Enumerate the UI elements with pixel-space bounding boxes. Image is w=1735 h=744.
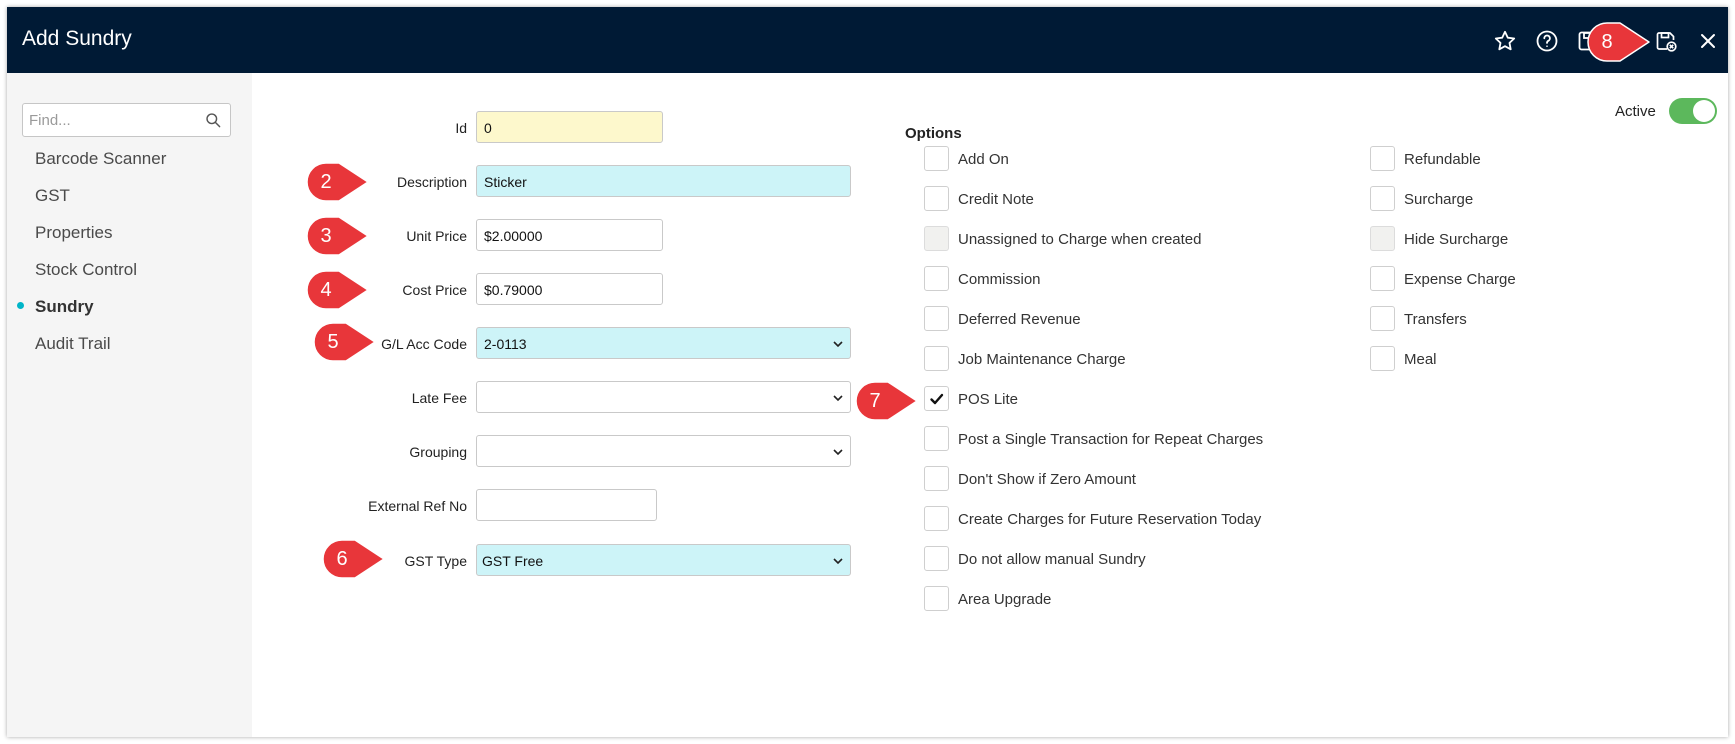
checkbox-credit-note[interactable]: [924, 186, 949, 211]
sidebar-item-gst[interactable]: GST: [35, 186, 70, 206]
sidebar: Barcode Scanner GST Properties Stock Con…: [7, 73, 252, 737]
active-label: Active: [1615, 103, 1656, 120]
help-icon[interactable]: [1535, 29, 1559, 53]
checkbox-commission[interactable]: [924, 266, 949, 291]
active-toggle[interactable]: [1669, 98, 1717, 124]
chevron-down-icon: [833, 558, 843, 565]
title-bar: Add Sundry: [7, 7, 1728, 73]
gst-type-select[interactable]: GST Free: [476, 544, 851, 576]
toggle-knob: [1693, 100, 1715, 122]
checkbox-transfers[interactable]: [1370, 306, 1395, 331]
star-icon[interactable]: [1493, 29, 1517, 53]
option-label: Job Maintenance Charge: [958, 351, 1126, 368]
callout-number: 3: [320, 225, 332, 247]
external-ref-label: External Ref No: [368, 498, 467, 514]
sidebar-search-input[interactable]: [29, 110, 199, 130]
callout-number: 2: [320, 171, 332, 193]
id-label: Id: [455, 120, 467, 136]
option-label: Credit Note: [958, 191, 1034, 208]
callout-number: 7: [869, 390, 881, 412]
id-value: 0: [484, 120, 492, 136]
callout-badge: 8: [1587, 22, 1650, 62]
option-label: Transfers: [1404, 311, 1467, 328]
option-label: Do not allow manual Sundry: [958, 551, 1146, 568]
external-ref-field[interactable]: [476, 489, 657, 521]
add-sundry-window: Add Sundry Barcode Scanner GST Propertie…: [7, 7, 1728, 737]
option-label: Deferred Revenue: [958, 311, 1081, 328]
checkbox-pos-lite[interactable]: [924, 386, 949, 411]
checkbox-expense-charge[interactable]: [1370, 266, 1395, 291]
checkbox-unassigned-to-charge: [924, 226, 949, 251]
options-title: Options: [905, 125, 962, 142]
option-label: Surcharge: [1404, 191, 1474, 208]
cost-price-value: $0.79000: [484, 282, 543, 298]
description-value: Sticker: [484, 174, 527, 190]
sidebar-search-box[interactable]: [22, 103, 231, 137]
checkbox-post-single-transaction[interactable]: [924, 426, 949, 451]
late-fee-select[interactable]: [476, 381, 851, 413]
callout-badge: 6: [322, 539, 385, 579]
sidebar-item-audit-trail[interactable]: Audit Trail: [35, 334, 111, 354]
save-close-icon[interactable]: [1654, 29, 1678, 53]
callout-badge: 5: [313, 322, 376, 362]
callout-number: 6: [336, 548, 348, 570]
callout-number: 4: [320, 279, 332, 301]
search-icon[interactable]: [205, 112, 222, 129]
checkmark-icon: [930, 393, 944, 405]
callout-badge: 4: [306, 270, 369, 310]
unit-price-value: $2.00000: [484, 228, 543, 244]
callout-badge: 3: [306, 216, 369, 256]
id-field[interactable]: 0: [476, 111, 663, 143]
checkbox-add-on[interactable]: [924, 146, 949, 171]
callout-badge: 2: [306, 162, 369, 202]
chevron-down-icon: [833, 341, 843, 348]
sidebar-item-sundry[interactable]: Sundry: [35, 297, 94, 317]
gl-acc-code-select[interactable]: 2-0113: [476, 327, 851, 359]
gl-acc-code-value: 2-0113: [484, 336, 527, 352]
description-field[interactable]: Sticker: [476, 165, 851, 197]
option-label: Area Upgrade: [958, 591, 1052, 608]
checkbox-job-maintenance-charge[interactable]: [924, 346, 949, 371]
option-label: Expense Charge: [1404, 271, 1516, 288]
gst-type-value: GST Free: [482, 553, 544, 569]
option-label: Create Charges for Future Reservation To…: [958, 511, 1262, 528]
window-title: Add Sundry: [22, 27, 132, 50]
checkbox-create-charges-future[interactable]: [924, 506, 949, 531]
sidebar-item-barcode-scanner[interactable]: Barcode Scanner: [35, 149, 166, 169]
checkbox-dont-show-zero[interactable]: [924, 466, 949, 491]
checkbox-surcharge[interactable]: [1370, 186, 1395, 211]
option-label: Add On: [958, 151, 1009, 168]
option-label: Commission: [958, 271, 1041, 288]
chevron-down-icon: [833, 449, 843, 456]
sidebar-item-properties[interactable]: Properties: [35, 223, 112, 243]
sidebar-item-stock-control[interactable]: Stock Control: [35, 260, 137, 280]
option-label: Don't Show if Zero Amount: [958, 471, 1136, 488]
checkbox-hide-surcharge: [1370, 226, 1395, 251]
checkbox-refundable[interactable]: [1370, 146, 1395, 171]
checkbox-deferred-revenue[interactable]: [924, 306, 949, 331]
option-label: Unassigned to Charge when created: [958, 231, 1202, 248]
option-label: POS Lite: [958, 391, 1019, 408]
active-indicator-dot: [17, 302, 24, 309]
checkbox-no-manual-sundry[interactable]: [924, 546, 949, 571]
option-label: Meal: [1404, 351, 1437, 368]
option-label: Hide Surcharge: [1404, 231, 1509, 248]
checkbox-area-upgrade[interactable]: [924, 586, 949, 611]
grouping-label: Grouping: [409, 444, 467, 460]
cost-price-field[interactable]: $0.79000: [476, 273, 663, 305]
option-label: Post a Single Transaction for Repeat Cha…: [958, 431, 1264, 448]
callout-badge: 7: [855, 381, 918, 421]
callout-number: 8: [1601, 31, 1613, 53]
checkbox-meal[interactable]: [1370, 346, 1395, 371]
option-label: Refundable: [1404, 151, 1481, 168]
chevron-down-icon: [833, 395, 843, 402]
callout-number: 5: [327, 331, 339, 353]
late-fee-label: Late Fee: [411, 390, 467, 406]
unit-price-field[interactable]: $2.00000: [476, 219, 663, 251]
close-icon[interactable]: [1696, 29, 1720, 53]
grouping-select[interactable]: [476, 435, 851, 467]
